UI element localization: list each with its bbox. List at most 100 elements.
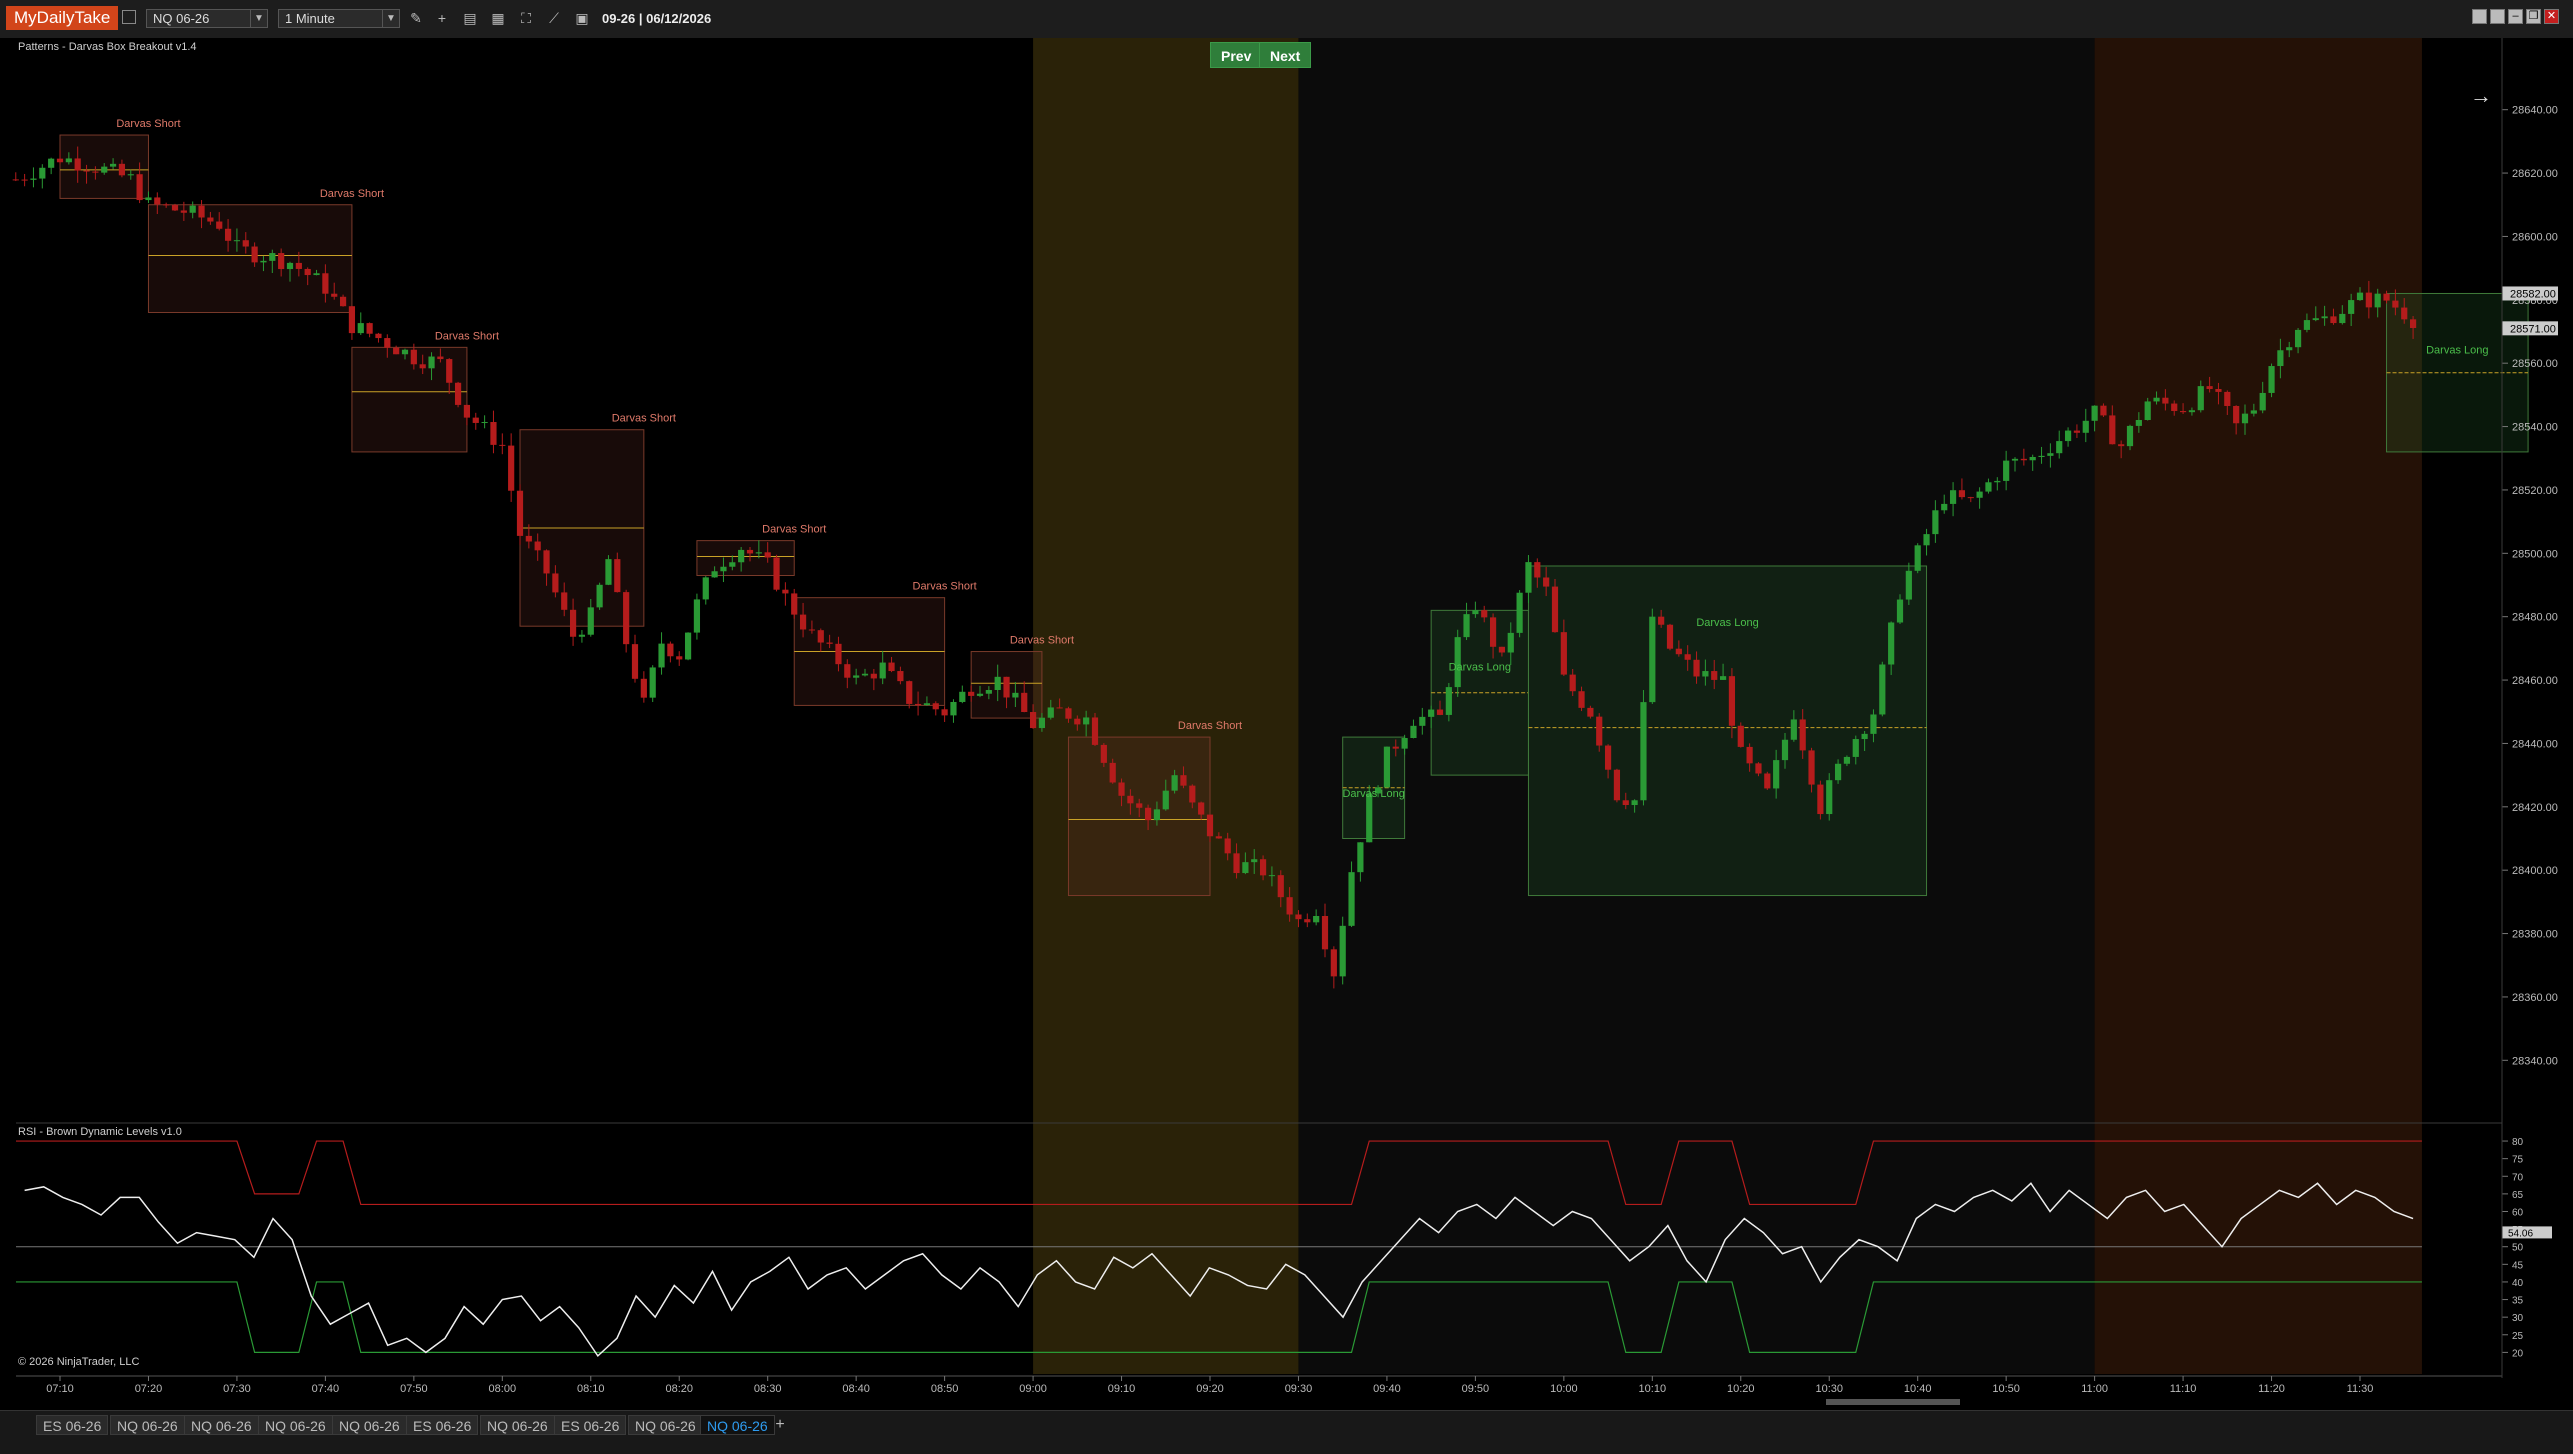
candle-body (2339, 313, 2346, 324)
tab-es-06-26[interactable]: ES 06-26 (406, 1415, 479, 1435)
candle-body (2312, 318, 2319, 321)
darvas-label: Darvas Short (913, 581, 977, 593)
candle-body (923, 703, 931, 706)
candle-body (2003, 460, 2010, 481)
candle-body (1905, 570, 1912, 600)
restore-icon[interactable]: ❐ (2526, 9, 2541, 24)
candle-body (322, 273, 329, 294)
horizontal-scrollbar[interactable] (1826, 1399, 1960, 1405)
candle-body (1587, 707, 1594, 717)
candle-body (233, 240, 241, 242)
tab-nq-06-26[interactable]: NQ 06-26 (258, 1415, 333, 1435)
tab-nq-06-26[interactable]: NQ 06-26 (332, 1415, 407, 1435)
candle-body (1843, 756, 1851, 764)
time-tick-label: 09:50 (1462, 1383, 1490, 1395)
tab-nq-06-26[interactable]: NQ 06-26 (480, 1415, 555, 1435)
candle-body (1162, 790, 1169, 810)
candle-body (1392, 746, 1399, 749)
candle-body (2011, 458, 2019, 461)
close-icon[interactable]: ✕ (2544, 9, 2559, 24)
tab-nq-06-26[interactable]: NQ 06-26 (184, 1415, 259, 1435)
brand-logo[interactable]: MyDailyTake (6, 6, 119, 30)
candle-body (543, 550, 550, 574)
candle-body (640, 678, 647, 698)
instrument-selector[interactable]: NQ 06-26 ▼ (146, 9, 268, 28)
candle-body (260, 260, 267, 263)
interval-selector[interactable]: 1 Minute ▼ (278, 9, 400, 28)
candle-body (835, 643, 842, 665)
window-layout-icon[interactable] (2472, 9, 2487, 24)
tab-es-06-26[interactable]: ES 06-26 (36, 1415, 109, 1435)
candle-body (1242, 862, 1249, 874)
zoom-icon[interactable]: ⛶ (516, 8, 536, 28)
candle-body (1498, 646, 1506, 653)
chart-canvas[interactable]: Darvas Short Darvas Short Darvas Short Darv… (0, 38, 2573, 1410)
candle-body (1489, 617, 1497, 647)
candle-body (2277, 350, 2284, 367)
candle-body (1870, 714, 1877, 734)
crosshair-icon[interactable]: + (432, 8, 452, 28)
pencil-icon[interactable]: ✎ (406, 8, 426, 28)
arrow-right-icon[interactable]: → (2470, 83, 2492, 109)
time-tick-label: 10:50 (1992, 1383, 2020, 1395)
candle-body (1613, 769, 1621, 801)
candle-body (1976, 491, 1983, 498)
candle-body (1445, 687, 1452, 715)
candle-body (826, 642, 833, 644)
candle-body (1153, 809, 1161, 821)
candle-body (2356, 292, 2364, 301)
tab-es-06-26[interactable]: ES 06-26 (554, 1415, 627, 1435)
candle-body (2082, 420, 2089, 433)
candle-body (437, 356, 444, 360)
candle-body (1755, 763, 1762, 774)
tab-nq-06-26[interactable]: NQ 06-26 (700, 1415, 775, 1435)
chart-options-icon[interactable] (122, 10, 136, 24)
candle-body (2392, 300, 2399, 308)
candle-body (684, 632, 692, 660)
next-button[interactable]: Next (1259, 42, 1312, 68)
chart-properties-icon[interactable]: ▤ (460, 8, 480, 28)
candle-body (1127, 795, 1134, 804)
template-icon[interactable]: ▦ (488, 8, 508, 28)
window-tile-icon[interactable] (2490, 9, 2505, 24)
candle-body (1215, 836, 1222, 839)
candle-body (1666, 624, 1674, 649)
candle-body (2162, 397, 2169, 404)
candle-body (1003, 676, 1010, 698)
candle-body (976, 693, 984, 696)
candle-body (1985, 482, 1992, 492)
candle-body (1206, 814, 1214, 837)
candle-body (879, 662, 886, 679)
candle-body (1631, 800, 1638, 806)
prev-button[interactable]: Prev (1210, 42, 1263, 68)
candle-body (1180, 775, 1187, 786)
chevron-down-icon[interactable]: ▼ (382, 10, 399, 27)
candle-body (2294, 329, 2302, 348)
darvas-label: Darvas Short (116, 118, 180, 130)
candle-body (1914, 545, 1921, 571)
candle-body (1171, 775, 1178, 791)
candle-body (1436, 709, 1444, 715)
rsi-panel-title: RSI - Brown Dynamic Levels v1.0 (18, 1126, 182, 1138)
candle-body (171, 205, 179, 211)
candle-body (1321, 915, 1329, 950)
candle-body (2188, 410, 2196, 413)
tab-nq-06-26[interactable]: NQ 06-26 (110, 1415, 185, 1435)
chart-area[interactable]: Darvas Short Darvas Short Darvas Short Darv… (0, 38, 2573, 1410)
candle-body (1074, 718, 1081, 725)
candle-body (1144, 807, 1152, 821)
rsi-tick-label: 30 (2512, 1313, 2524, 1324)
time-tick-label: 09:40 (1373, 1383, 1401, 1395)
candle-body (1658, 616, 1665, 625)
candle-body (1834, 763, 1842, 781)
candle-body (1808, 750, 1815, 785)
candle-body (21, 179, 28, 181)
minimize-icon[interactable]: – (2508, 9, 2523, 24)
tab-nq-06-26[interactable]: NQ 06-26 (628, 1415, 703, 1435)
chevron-down-icon[interactable]: ▼ (250, 10, 267, 27)
add-tab-button[interactable]: + (770, 1415, 790, 1435)
candle-body (2250, 410, 2257, 414)
strategy-icon[interactable]: ⟋ (544, 8, 564, 28)
data-box-icon[interactable]: ▣ (572, 8, 592, 28)
candle-body (48, 158, 55, 168)
